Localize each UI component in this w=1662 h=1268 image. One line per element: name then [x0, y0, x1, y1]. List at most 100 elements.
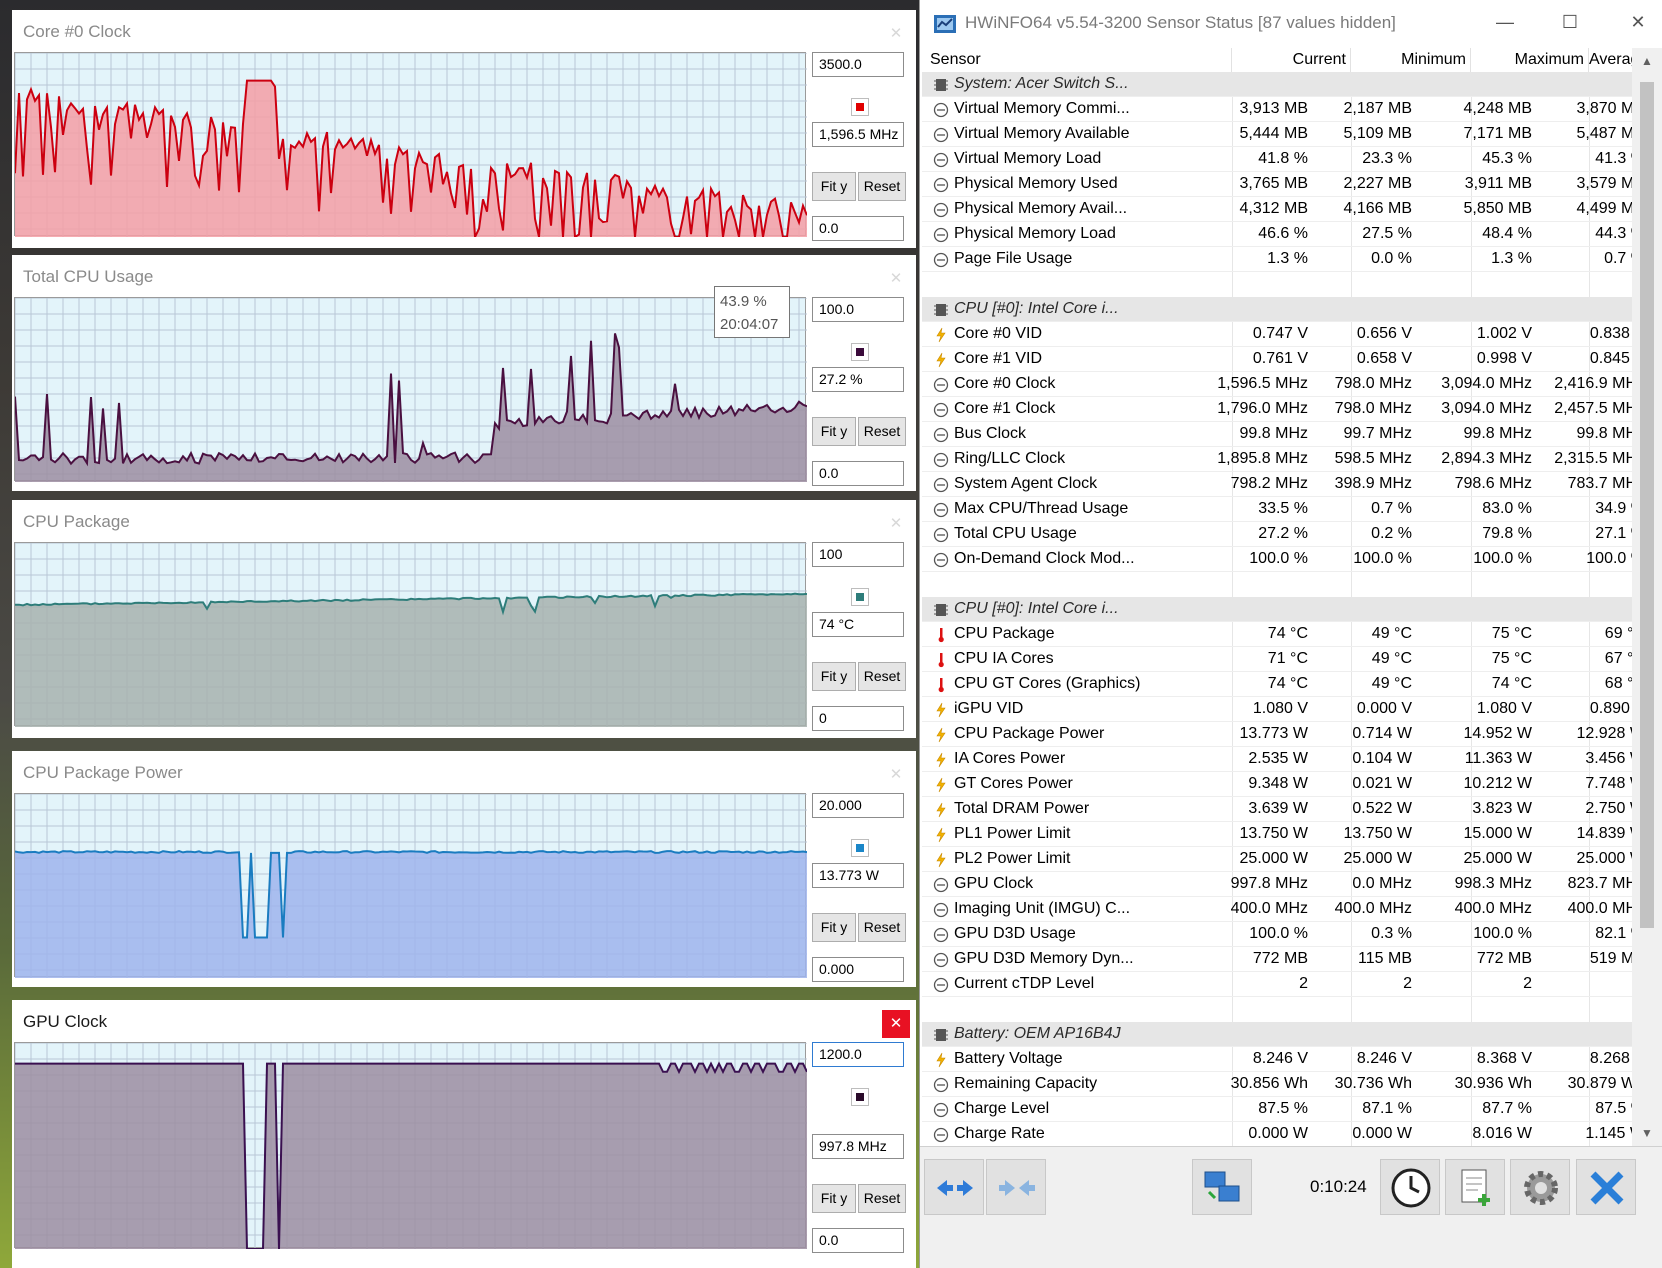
network-button[interactable]: [1192, 1159, 1252, 1215]
sensor-list[interactable]: System: Acer Switch S... Virtual Memory C…: [922, 72, 1648, 1146]
sensor-row[interactable]: System Agent Clock 798.2 MHz 398.9 MHz 798.…: [922, 472, 1648, 497]
sensor-row[interactable]: Current cTDP Level2222: [922, 972, 1648, 997]
sensor-row[interactable]: On-Demand Clock Mod... 100.0 % 100.0 % 100.…: [922, 547, 1648, 572]
scroll-up-icon[interactable]: ▲: [1632, 54, 1662, 68]
column-current[interactable]: Current: [1232, 48, 1351, 72]
sensor-group-row[interactable]: System: Acer Switch S...: [922, 72, 1648, 97]
color-swatch[interactable]: [851, 1088, 869, 1106]
scrollbar-thumb[interactable]: [1640, 82, 1654, 928]
sensor-row[interactable]: Total CPU Usage 27.2 % 0.2 % 79.8 % 27.1 %: [922, 522, 1648, 547]
sensor-group-row[interactable]: CPU [#0]: Intel Core i...: [922, 297, 1648, 322]
reset-button[interactable]: Reset: [858, 662, 906, 691]
color-swatch[interactable]: [851, 343, 869, 361]
min-value-field[interactable]: 0.0: [812, 1228, 904, 1253]
graph-plot[interactable]: [14, 542, 807, 727]
sensor-row[interactable]: CPU GT Cores (Graphics) 74 °C 49 °C 74 °C 68…: [922, 672, 1648, 697]
sensor-row[interactable]: IA Cores Power 2.535 W 0.104 W 11.363 W 3.45…: [922, 747, 1648, 772]
fit-y-button[interactable]: Fit y: [812, 662, 856, 691]
graph-plot[interactable]: [14, 297, 807, 482]
min-value-field[interactable]: 0.000: [812, 957, 904, 982]
reset-button[interactable]: Reset: [858, 172, 906, 201]
sensor-row[interactable]: CPU Package 74 °C 49 °C 75 °C 69 °C: [922, 622, 1648, 647]
sensor-row[interactable]: Max CPU/Thread Usage 33.5 % 0.7 % 83.0 % 34.…: [922, 497, 1648, 522]
sensor-row[interactable]: Core #0 Clock 1,596.5 MHz 798.0 MHz 3,094.0…: [922, 372, 1648, 397]
graph-plot[interactable]: [14, 1042, 807, 1249]
sensor-row[interactable]: Remaining Capacity 30.856 Wh 30.736 Wh 30.9…: [922, 1072, 1648, 1097]
graph-plot[interactable]: [14, 793, 807, 978]
close-icon[interactable]: ✕: [882, 1010, 910, 1038]
maximize-button[interactable]: ☐: [1550, 12, 1590, 33]
reset-button[interactable]: Reset: [858, 913, 906, 942]
sensor-row[interactable]: Page File Usage 1.3 % 0.0 % 1.3 % 0.7 %: [922, 247, 1648, 272]
sensor-row[interactable]: Charge Level 87.5 % 87.1 % 87.7 % 87.5 %: [922, 1097, 1648, 1122]
sensor-row[interactable]: Physical Memory Load 46.6 % 27.5 % 48.4 % 44…: [922, 222, 1648, 247]
close-icon[interactable]: ✕: [882, 761, 910, 789]
graph-window-core0-clock[interactable]: Core #0 Clock ✕ 3500.0 1,596.5 MHz Fit y…: [12, 10, 916, 248]
graph-window-gpu-clock[interactable]: GPU Clock ✕ 1200.0 997.8 MHz Fit y Reset…: [12, 1000, 916, 1268]
color-swatch[interactable]: [851, 588, 869, 606]
max-value-field[interactable]: 100.0: [812, 297, 904, 322]
vertical-scrollbar[interactable]: ▲ ▼: [1632, 48, 1662, 1146]
minimize-button[interactable]: —: [1485, 12, 1525, 33]
color-swatch[interactable]: [851, 839, 869, 857]
fit-y-button[interactable]: Fit y: [812, 913, 856, 942]
sensor-row[interactable]: Physical Memory Avail... 4,312 MB 4,166 MB…: [922, 197, 1648, 222]
max-value-field[interactable]: 100: [812, 542, 904, 567]
collapse-button[interactable]: [986, 1159, 1046, 1215]
logging-button[interactable]: [1445, 1159, 1505, 1215]
sensor-row[interactable]: Virtual Memory Available 5,444 MB 5,109 MB…: [922, 122, 1648, 147]
settings-button[interactable]: [1510, 1159, 1570, 1215]
sensor-row[interactable]: iGPU VID 1.080 V 0.000 V 1.080 V 0.890 V: [922, 697, 1648, 722]
max-value-field[interactable]: 20.000: [812, 793, 904, 818]
graph-window-cpu-package-power[interactable]: CPU Package Power ✕ 20.000 13.773 W Fit …: [12, 751, 916, 987]
column-maximum[interactable]: Maximum: [1471, 48, 1589, 72]
reset-button[interactable]: Reset: [858, 417, 906, 446]
sensor-row[interactable]: GPU D3D Usage 100.0 % 0.3 % 100.0 % 82.1 %: [922, 922, 1648, 947]
min-value-field[interactable]: 0.0: [812, 461, 904, 486]
close-icon[interactable]: ✕: [882, 265, 910, 293]
column-minimum[interactable]: Minimum: [1351, 48, 1471, 72]
close-icon[interactable]: ✕: [882, 510, 910, 538]
close-window-button[interactable]: ✕: [1618, 12, 1658, 33]
sensor-row[interactable]: Core #0 VID 0.747 V 0.656 V 1.002 V 0.838 V: [922, 322, 1648, 347]
sensor-row[interactable]: Charge Rate 0.000 W 0.000 W 8.016 W 1.145 W: [922, 1122, 1648, 1146]
max-value-field[interactable]: 3500.0: [812, 52, 904, 77]
sensor-row[interactable]: Imaging Unit (IMGU) C... 400.0 MHz 400.0 M…: [922, 897, 1648, 922]
min-value-field[interactable]: 0.0: [812, 216, 904, 241]
sensor-row[interactable]: Virtual Memory Load 41.8 % 23.3 % 45.3 % 41.…: [922, 147, 1648, 172]
close-icon[interactable]: ✕: [882, 20, 910, 48]
min-value-field[interactable]: 0: [812, 706, 904, 731]
hwinfo-sensor-window[interactable]: HWiNFO64 v5.54-3200 Sensor Status [87 va…: [919, 0, 1662, 1268]
navigate-button[interactable]: [924, 1159, 984, 1215]
sensor-row[interactable]: GT Cores Power 9.348 W 0.021 W 10.212 W 7.74…: [922, 772, 1648, 797]
graph-window-total-cpu-usage[interactable]: Total CPU Usage ✕ 100.0 27.2 % Fit y Res…: [12, 255, 916, 491]
close-sensors-button[interactable]: [1576, 1159, 1636, 1215]
sensor-row[interactable]: PL1 Power Limit 13.750 W 13.750 W 15.000 W1…: [922, 822, 1648, 847]
graph-plot[interactable]: [14, 52, 807, 237]
sensor-row[interactable]: Total DRAM Power 3.639 W 0.522 W 3.823 W 2.7…: [922, 797, 1648, 822]
sensor-group-row[interactable]: Battery: OEM AP16B4J: [922, 1022, 1648, 1047]
sensor-row[interactable]: Virtual Memory Commi... 3,913 MB 2,187 MB 4…: [922, 97, 1648, 122]
reset-timer-button[interactable]: [1380, 1159, 1440, 1215]
sensor-row[interactable]: CPU Package Power 13.773 W 0.714 W 14.952 W…: [922, 722, 1648, 747]
sensor-row[interactable]: GPU D3D Memory Dyn... 772 MB 115 MB 772 MB 5…: [922, 947, 1648, 972]
fit-y-button[interactable]: Fit y: [812, 417, 856, 446]
sensor-row[interactable]: Ring/LLC Clock 1,895.8 MHz 598.5 MHz 2,894.…: [922, 447, 1648, 472]
sensor-row[interactable]: PL2 Power Limit 25.000 W 25.000 W 25.000 W2…: [922, 847, 1648, 872]
max-value-field[interactable]: 1200.0: [812, 1042, 904, 1067]
sensor-row[interactable]: Bus Clock 99.8 MHz 99.7 MHz 99.8 MHz 99.8 MH…: [922, 422, 1648, 447]
graph-window-cpu-package[interactable]: CPU Package ✕ 100 74 °C Fit y Reset 0: [12, 500, 916, 738]
sensor-row[interactable]: Core #1 Clock 1,796.0 MHz 798.0 MHz 3,094.0…: [922, 397, 1648, 422]
fit-y-button[interactable]: Fit y: [812, 1184, 856, 1213]
scroll-down-icon[interactable]: ▼: [1632, 1126, 1662, 1140]
fit-y-button[interactable]: Fit y: [812, 172, 856, 201]
sensor-row[interactable]: Physical Memory Used 3,765 MB 2,227 MB 3,91…: [922, 172, 1648, 197]
title-bar[interactable]: HWiNFO64 v5.54-3200 Sensor Status [87 va…: [920, 0, 1662, 48]
sensor-row[interactable]: CPU IA Cores 71 °C 49 °C 75 °C 67 °C: [922, 647, 1648, 672]
sensor-row[interactable]: Battery Voltage 8.246 V 8.246 V 8.368 V 8.26…: [922, 1047, 1648, 1072]
sensor-row[interactable]: Core #1 VID 0.761 V 0.658 V 0.998 V 0.845 V: [922, 347, 1648, 372]
sensor-row[interactable]: GPU Clock 997.8 MHz 0.0 MHz 998.3 MHz 823.7 …: [922, 872, 1648, 897]
color-swatch[interactable]: [851, 98, 869, 116]
column-sensor[interactable]: Sensor: [922, 48, 1232, 72]
reset-button[interactable]: Reset: [858, 1184, 906, 1213]
